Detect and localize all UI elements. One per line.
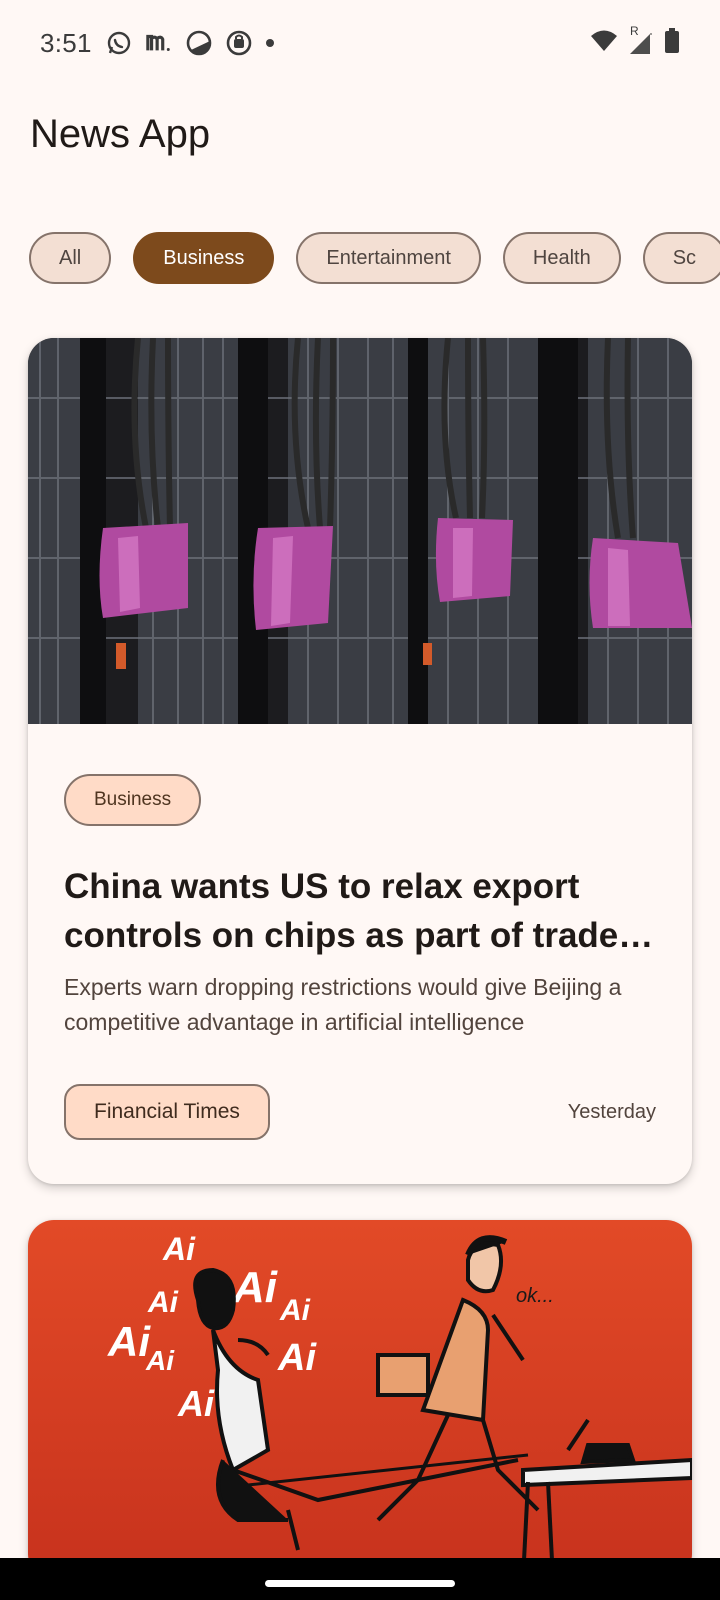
ai-text: Ai [279, 1294, 311, 1327]
article-image [28, 338, 692, 724]
status-left: 3:51 [40, 26, 274, 60]
ai-text: Ai [107, 1318, 151, 1365]
article-source-chip[interactable]: Financial Times [64, 1084, 270, 1140]
signal-roaming-icon: R [628, 24, 654, 56]
chip-entertainment[interactable]: Entertainment [296, 232, 481, 284]
article-description: Experts warn dropping restrictions would… [64, 974, 622, 1035]
chip-business[interactable]: Business [133, 232, 275, 284]
article-footer: Financial Times Yesterday [64, 1084, 656, 1140]
chip-all[interactable]: All [29, 232, 112, 284]
whatsapp-icon [106, 30, 132, 56]
article-time: Yesterday [567, 1100, 656, 1123]
contrast-icon [186, 30, 212, 56]
ai-text: Ai [145, 1345, 175, 1376]
chip-science[interactable]: Sc [642, 232, 720, 284]
notification-dot [265, 39, 274, 47]
navigation-bar [0, 1558, 720, 1600]
home-gesture-handle[interactable] [265, 1580, 455, 1587]
ai-text: Ai [162, 1231, 196, 1267]
wifi-icon [590, 29, 618, 58]
article-card[interactable]: Business China wants US to relax export … [28, 338, 692, 1184]
category-chips: All Business Entertainment Health Sc [29, 232, 720, 284]
status-time: 3:51 [40, 27, 92, 58]
battery-icon [664, 27, 680, 59]
app-icon [226, 30, 252, 56]
article-body: Business China wants US to relax export … [28, 724, 692, 1140]
roaming-label: R [630, 24, 639, 38]
status-right: R [590, 24, 680, 59]
chip-health[interactable]: Health [502, 232, 621, 284]
article-image: Ai Ai Ai Ai Ai Ai Ai Ai ok... [28, 1220, 692, 1580]
ai-text: Ai [147, 1286, 179, 1319]
ai-text: Ai [177, 1383, 215, 1424]
ok-text: ok... [516, 1285, 554, 1307]
status-bar: 3:51 R [0, 0, 720, 86]
article-card[interactable]: Ai Ai Ai Ai Ai Ai Ai Ai ok... [28, 1220, 692, 1580]
page-title: News App [30, 112, 211, 156]
article-category-tag[interactable]: Business [64, 774, 202, 826]
ai-text: Ai [232, 1263, 278, 1312]
ai-text: Ai [277, 1337, 317, 1379]
article-headline[interactable]: China wants US to relax export controls … [64, 862, 656, 960]
medium-icon [146, 30, 172, 56]
